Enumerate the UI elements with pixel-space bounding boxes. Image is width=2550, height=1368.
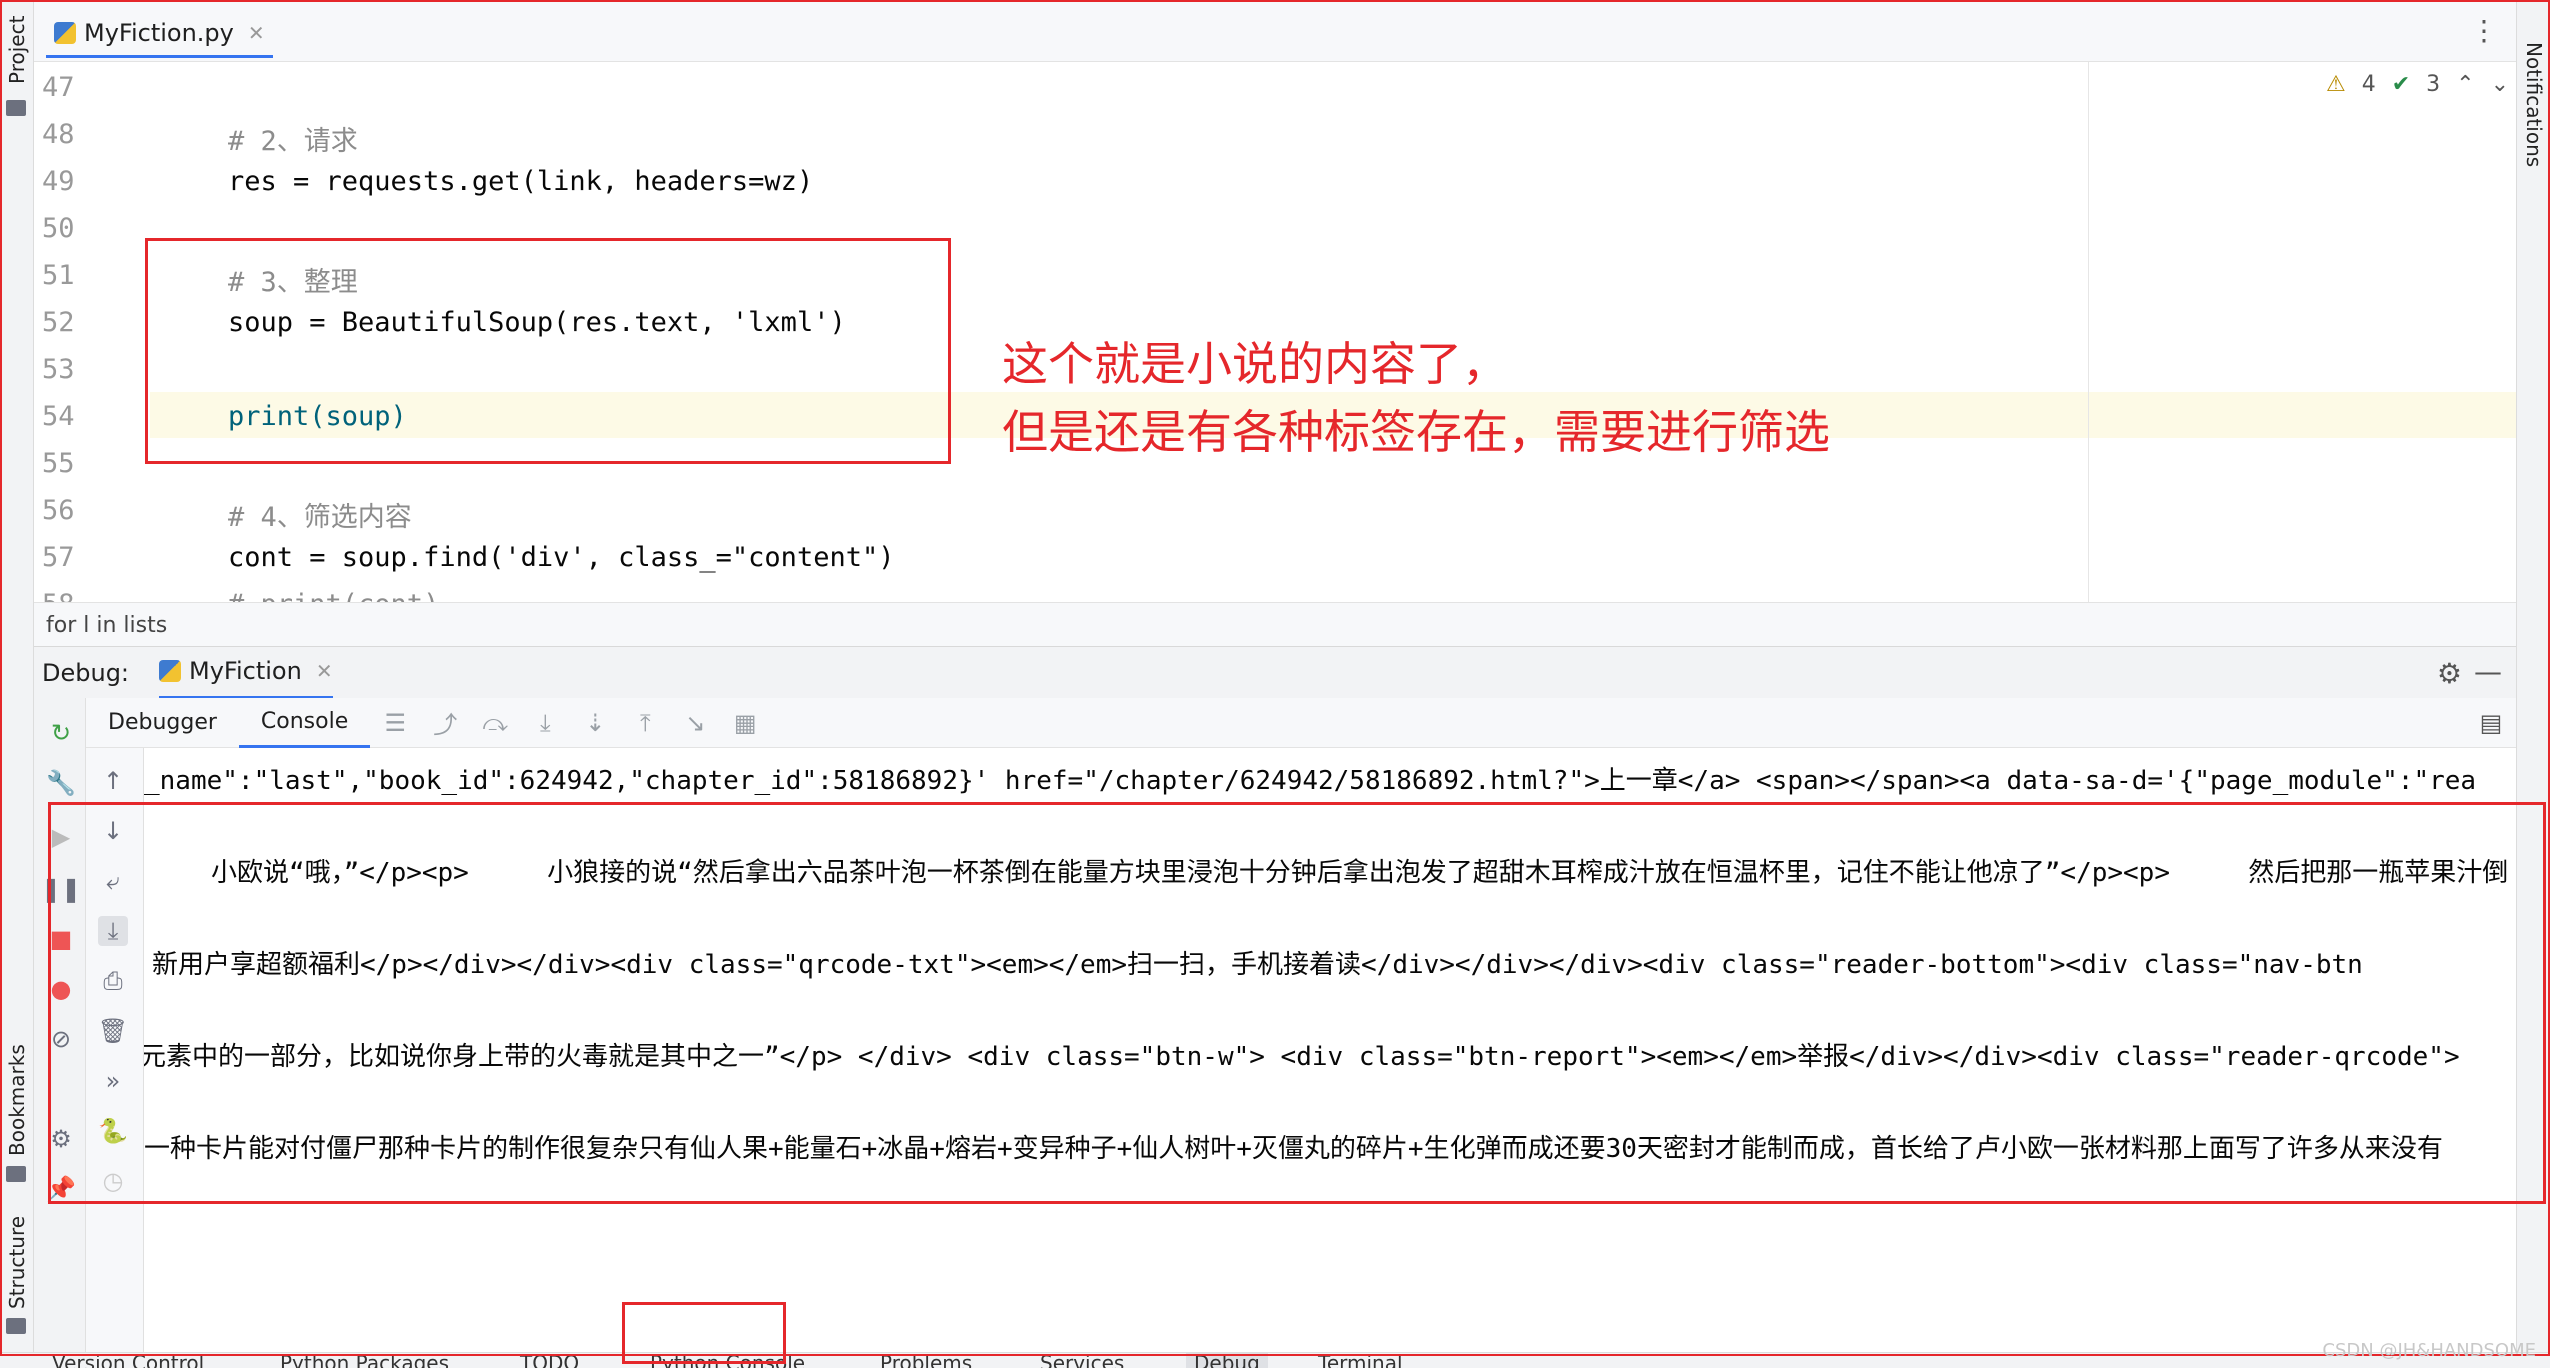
annotation-box-frame [0,0,2550,1356]
annotation-line-1: 这个就是小说的内容了， [1002,337,1508,391]
annotation-text: 这个就是小说的内容了， 但是还是有各种标签存在，需要进行筛选 [1002,330,1830,466]
watermark: CSDN @JH&HANDSOME [2322,1340,2536,1361]
annotation-line-2: 但是还是有各种标签存在，需要进行筛选 [1002,405,1830,459]
